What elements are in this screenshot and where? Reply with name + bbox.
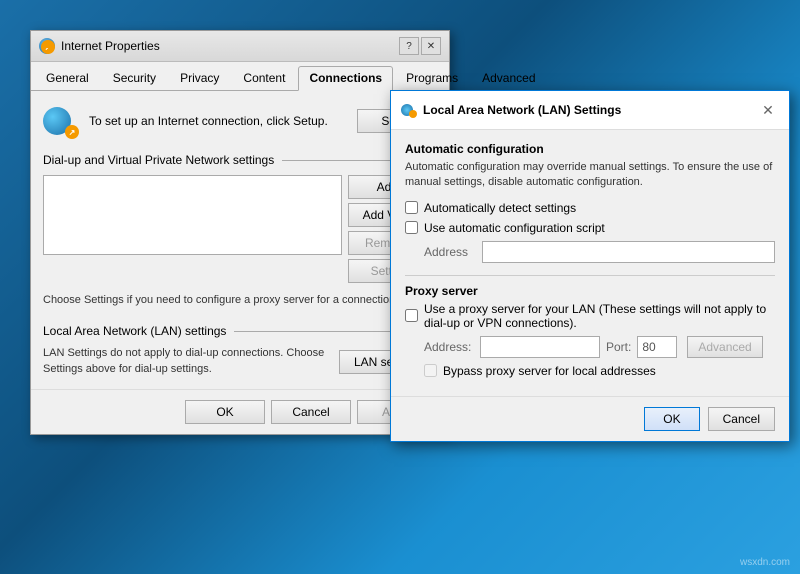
- title-left: ↗ Internet Properties: [39, 38, 160, 54]
- port-input[interactable]: [637, 336, 677, 358]
- watermark: wsxdn.com: [740, 557, 790, 568]
- lan-ok-button[interactable]: OK: [644, 407, 699, 431]
- proxy-addr-row: Address: Port: Advanced: [424, 336, 775, 358]
- lan-dialog-title: Local Area Network (LAN) Settings: [423, 103, 621, 117]
- bypass-row: Bypass proxy server for local addresses: [424, 364, 775, 378]
- titlebar-controls: ? ✕: [399, 37, 441, 55]
- vpn-list-box[interactable]: [43, 175, 342, 255]
- tabs-bar: General Security Privacy Content Connect…: [31, 62, 449, 91]
- help-button[interactable]: ?: [399, 37, 419, 55]
- internet-props-title: Internet Properties: [61, 39, 160, 53]
- dialog-body: ↗ To set up an Internet connection, clic…: [31, 91, 449, 389]
- globe-arrow-icon: ↗: [65, 125, 79, 139]
- ok-button[interactable]: OK: [185, 400, 265, 424]
- dialup-label: Dial-up and Virtual Private Network sett…: [43, 153, 274, 167]
- script-address-input[interactable]: [482, 241, 775, 263]
- lan-title-left: Local Area Network (LAN) Settings: [401, 102, 621, 118]
- lan-footer: OK Cancel: [391, 396, 789, 441]
- tab-privacy[interactable]: Privacy: [169, 66, 230, 90]
- proxy-check-row: Use a proxy server for your LAN (These s…: [405, 302, 775, 330]
- setup-text: To set up an Internet connection, click …: [89, 113, 347, 130]
- lan-close-button[interactable]: ✕: [757, 99, 779, 121]
- tab-general[interactable]: General: [35, 66, 100, 90]
- auto-script-checkbox[interactable]: [405, 221, 418, 234]
- lan-body: Automatic configuration Automatic config…: [391, 130, 789, 396]
- internet-props-footer: OK Cancel Apply: [31, 389, 449, 434]
- lan-cancel-button[interactable]: Cancel: [708, 407, 775, 431]
- setup-row: ↗ To set up an Internet connection, clic…: [43, 103, 437, 139]
- lan-titlebar: Local Area Network (LAN) Settings ✕: [391, 91, 789, 130]
- proxy-section-title: Proxy server: [405, 284, 775, 298]
- tab-content[interactable]: Content: [232, 66, 296, 90]
- lan-section-header: Local Area Network (LAN) settings: [43, 324, 437, 338]
- proxy-help-text: Choose Settings if you need to configure…: [43, 293, 437, 308]
- auto-script-label: Use automatic configuration script: [424, 221, 605, 235]
- proxy-checkbox[interactable]: [405, 309, 418, 322]
- globe-icon: ↗: [43, 103, 79, 139]
- internet-options-icon: ↗: [39, 38, 55, 54]
- arrow-icon: ↗: [41, 40, 55, 54]
- lan-text: LAN Settings do not apply to dial-up con…: [43, 346, 329, 377]
- auto-detect-checkbox[interactable]: [405, 201, 418, 214]
- auto-config-title: Automatic configuration: [405, 142, 775, 156]
- script-address-row: Address: [424, 241, 775, 263]
- tab-advanced[interactable]: Advanced: [471, 66, 546, 90]
- auto-detect-row: Automatically detect settings: [405, 201, 775, 215]
- tab-security[interactable]: Security: [102, 66, 167, 90]
- advanced-button[interactable]: Advanced: [687, 336, 762, 358]
- dialup-section-header: Dial-up and Virtual Private Network sett…: [43, 153, 437, 167]
- tab-programs[interactable]: Programs: [395, 66, 469, 90]
- bypass-label: Bypass proxy server for local addresses: [443, 364, 656, 378]
- tab-connections[interactable]: Connections: [298, 66, 393, 91]
- vpn-list-area: Add... Add VPN... Remove... Settings: [43, 175, 437, 283]
- internet-props-dialog: ↗ Internet Properties ? ✕ General Securi…: [30, 30, 450, 435]
- proxy-addr-label: Address:: [424, 340, 474, 354]
- lan-row: LAN Settings do not apply to dial-up con…: [43, 346, 437, 377]
- bypass-checkbox[interactable]: [424, 364, 437, 377]
- lan-settings-dialog: Local Area Network (LAN) Settings ✕ Auto…: [390, 90, 790, 442]
- lan-icon: [401, 102, 417, 118]
- auto-config-desc: Automatic configuration may override man…: [405, 160, 775, 191]
- proxy-check-label: Use a proxy server for your LAN (These s…: [424, 302, 775, 330]
- cancel-button[interactable]: Cancel: [271, 400, 351, 424]
- close-button[interactable]: ✕: [421, 37, 441, 55]
- proxy-address-input[interactable]: [480, 336, 600, 358]
- auto-detect-label: Automatically detect settings: [424, 201, 576, 215]
- port-label: Port:: [606, 340, 631, 354]
- internet-props-titlebar: ↗ Internet Properties ? ✕: [31, 31, 449, 62]
- proxy-divider: [405, 275, 775, 276]
- auto-script-row: Use automatic configuration script: [405, 221, 775, 235]
- lan-section-label: Local Area Network (LAN) settings: [43, 324, 226, 338]
- address-label: Address: [424, 245, 474, 259]
